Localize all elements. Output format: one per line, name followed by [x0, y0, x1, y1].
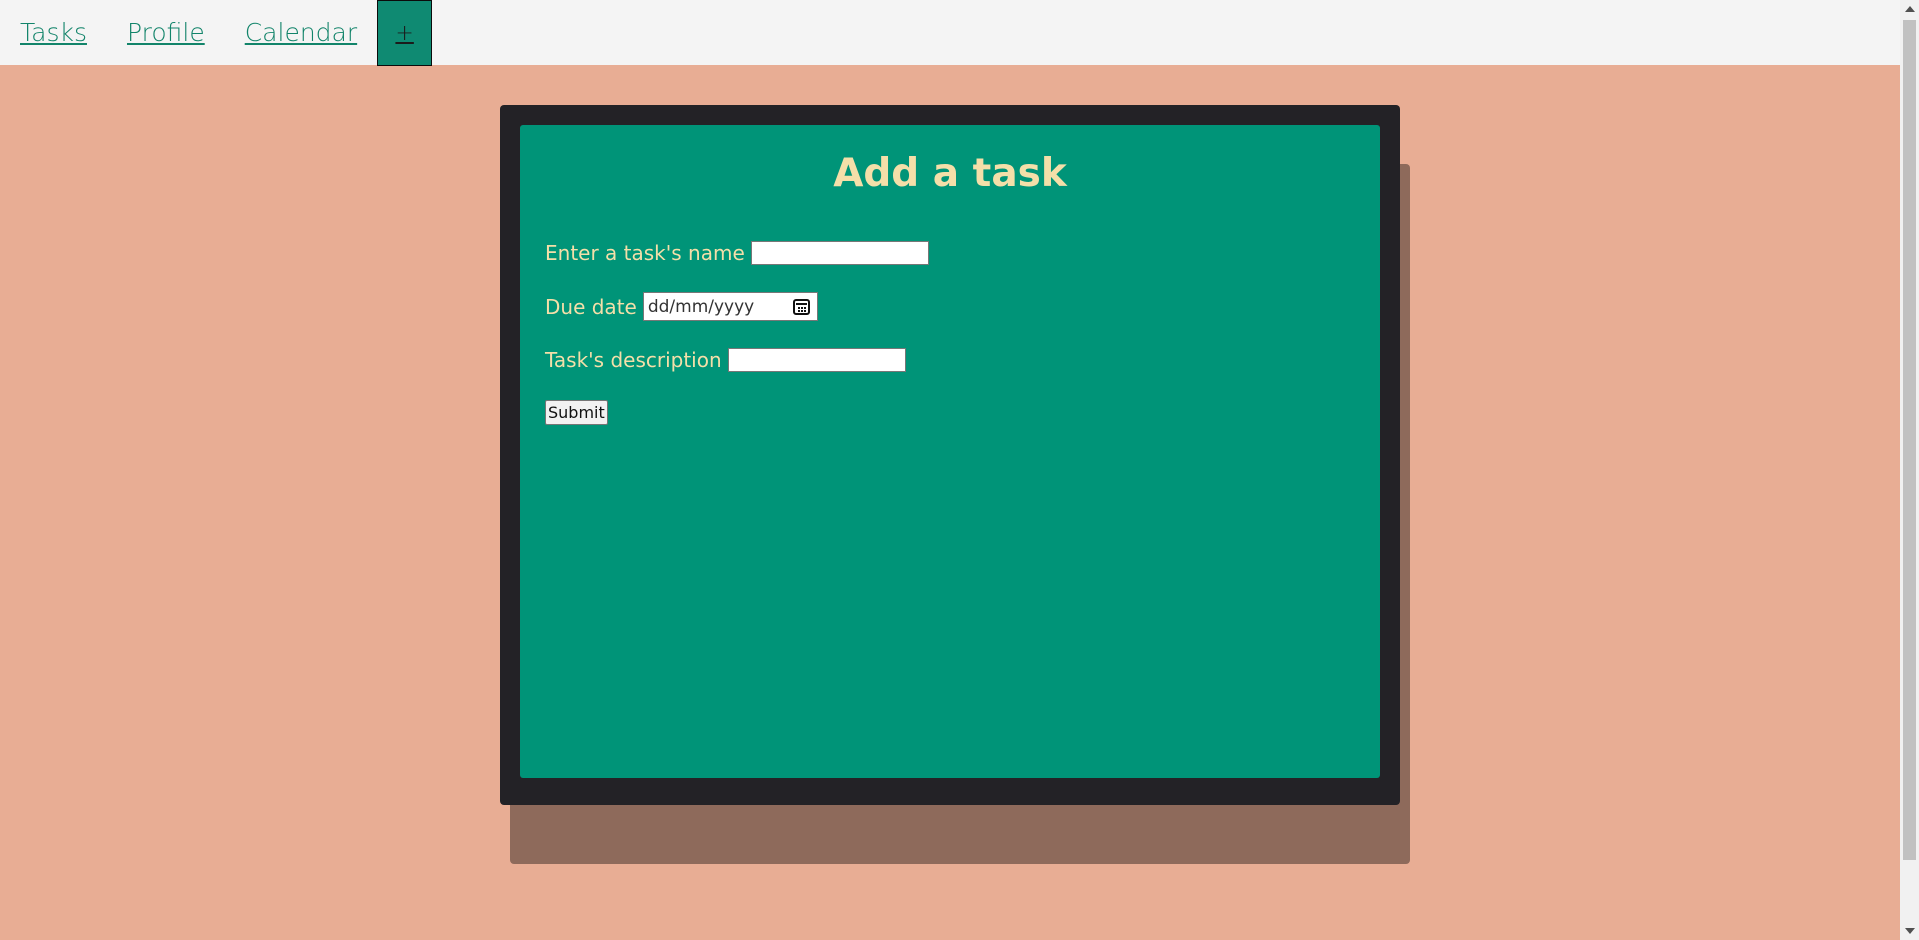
form-frame: Add a task Enter a task's name Due date … — [500, 105, 1400, 805]
due-date-input[interactable]: dd/mm/yyyy — [642, 292, 818, 321]
nav-calendar-link[interactable]: Calendar — [225, 0, 377, 65]
scroll-down-arrow-icon[interactable] — [1905, 928, 1915, 934]
scroll-up-arrow-icon[interactable] — [1905, 6, 1915, 12]
due-date-label: Due date — [545, 294, 637, 319]
vertical-scrollbar[interactable] — [1900, 0, 1919, 940]
nav-add-task-link[interactable]: + — [377, 0, 433, 66]
form-title: Add a task — [833, 151, 1067, 196]
description-label: Task's description — [545, 348, 722, 372]
nav-profile-link[interactable]: Profile — [107, 0, 225, 65]
task-name-row: Enter a task's name — [545, 241, 1355, 265]
task-name-label: Enter a task's name — [545, 241, 745, 265]
task-name-input[interactable] — [750, 241, 929, 265]
due-date-placeholder: dd/mm/yyyy — [647, 296, 755, 317]
description-input[interactable] — [727, 348, 906, 372]
top-navigation: Tasks Profile Calendar + — [0, 0, 1900, 66]
description-row: Task's description — [545, 348, 1355, 372]
submit-button[interactable]: Submit — [545, 400, 608, 425]
add-task-card: Add a task Enter a task's name Due date … — [520, 125, 1380, 778]
scrollbar-thumb[interactable] — [1903, 20, 1916, 860]
nav-tasks-link[interactable]: Tasks — [0, 0, 107, 65]
calendar-icon[interactable] — [792, 298, 810, 315]
due-date-row: Due date dd/mm/yyyy — [545, 292, 1355, 321]
